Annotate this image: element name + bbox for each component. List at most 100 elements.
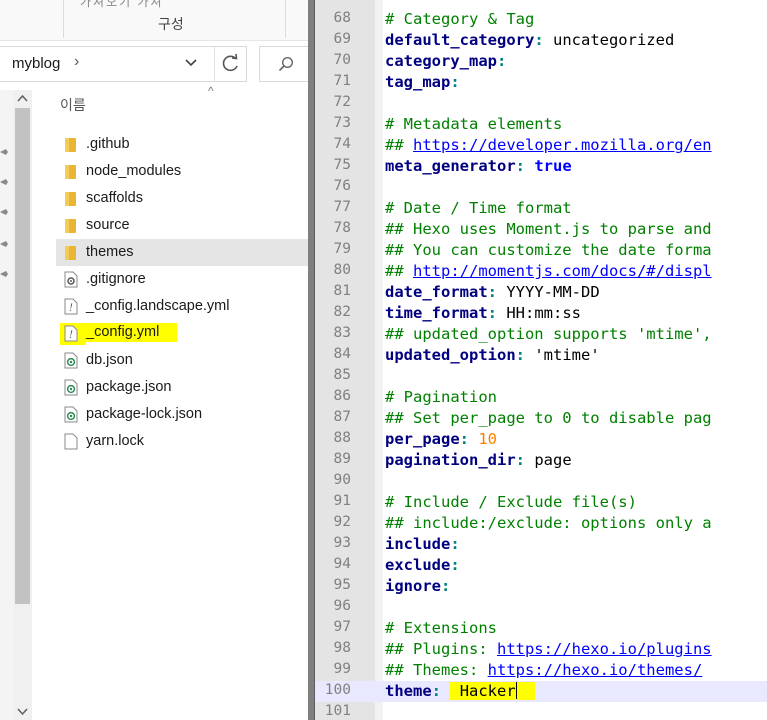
code-lines[interactable]: 68 # Category & Tag 69 default_category: un… [315, 9, 767, 720]
file-row[interactable]: db.json [56, 347, 308, 374]
scroll-down-arrow-icon[interactable] [13, 703, 32, 720]
token-link[interactable]: http://momentjs.com/docs/#/displ [413, 262, 712, 280]
code-text[interactable]: # Include / Exclude file(s) [385, 493, 637, 511]
code-line[interactable]: 99 ## Themes: https://hexo.io/themes/ [315, 660, 767, 681]
code-text[interactable]: ignore: [385, 577, 450, 595]
code-text[interactable]: updated_option: 'mtime' [385, 346, 600, 364]
code-line[interactable]: 80 ## http://momentjs.com/docs/#/displ [315, 261, 767, 282]
code-text[interactable]: # Category & Tag [385, 10, 534, 28]
code-text[interactable]: ## Hexo uses Moment.js to parse and [385, 220, 712, 238]
code-line[interactable]: 96 [315, 597, 767, 618]
file-row[interactable]: .github [56, 131, 308, 158]
code-text[interactable]: # Pagination [385, 388, 497, 406]
file-row[interactable]: ! _config.yml [56, 320, 308, 347]
token-link[interactable]: https://hexo.io/plugins [497, 640, 712, 658]
code-text[interactable]: # Metadata elements [385, 115, 562, 133]
code-text[interactable]: meta_generator: true [385, 157, 572, 175]
code-line[interactable]: 101 [315, 702, 767, 720]
code-line[interactable]: 72 [315, 93, 767, 114]
file-row[interactable]: package.json [56, 374, 308, 401]
file-row[interactable]: package-lock.json [56, 401, 308, 428]
file-row[interactable]: scaffolds [56, 185, 308, 212]
code-line[interactable]: 94 exclude: [315, 555, 767, 576]
code-line[interactable]: 69 default_category: uncategorized [315, 30, 767, 51]
code-text[interactable]: ## Themes: https://hexo.io/themes/ [385, 661, 702, 679]
code-editor[interactable]: 67 68 # Category & Tag 69 default_category:… [315, 0, 767, 720]
token-plain: 'mtime' [525, 346, 600, 364]
code-text[interactable]: ## https://developer.mozilla.org/en [385, 136, 712, 154]
code-line[interactable]: 93 include: [315, 534, 767, 555]
address-path[interactable]: myblog [12, 55, 60, 72]
code-text[interactable]: category_map: [385, 52, 506, 70]
code-line[interactable]: 88 per_page: 10 [315, 429, 767, 450]
token-link[interactable]: https://hexo.io/themes/ [488, 661, 703, 679]
code-text[interactable]: theme: Hacker [385, 682, 536, 700]
token-plain: HH:mm:ss [497, 304, 581, 322]
current-code-line[interactable]: 100 theme: Hacker [315, 681, 767, 702]
scroll-up-arrow-icon[interactable] [13, 90, 32, 107]
token-link[interactable]: https://developer.mozilla.org/en [413, 136, 712, 154]
code-text[interactable]: ## http://momentjs.com/docs/#/displ [385, 262, 712, 280]
code-line[interactable]: 83 ## updated_option supports 'mtime', [315, 324, 767, 345]
code-line[interactable]: 76 [315, 177, 767, 198]
code-text[interactable]: ## updated_option supports 'mtime', [385, 325, 712, 343]
file-row[interactable]: source [56, 212, 308, 239]
token-comment: # Metadata elements [385, 115, 563, 133]
code-text[interactable]: date_format: YYYY-MM-DD [385, 283, 600, 301]
code-text[interactable]: pagination_dir: page [385, 451, 572, 469]
code-line[interactable]: 68 # Category & Tag [315, 9, 767, 30]
code-line[interactable]: 79 ## You can customize the date forma [315, 240, 767, 261]
breadcrumb-chevron-icon[interactable]: › [74, 53, 79, 71]
code-line[interactable]: 74 ## https://developer.mozilla.org/en [315, 135, 767, 156]
code-text[interactable]: time_format: HH:mm:ss [385, 304, 581, 322]
ribbon-divider [285, 0, 286, 38]
file-row[interactable]: themes [56, 239, 308, 266]
window-splitter[interactable] [308, 0, 315, 720]
code-line[interactable]: 85 [315, 366, 767, 387]
code-line[interactable]: 77 # Date / Time format [315, 198, 767, 219]
code-line[interactable]: 78 ## Hexo uses Moment.js to parse and [315, 219, 767, 240]
address-bar[interactable]: myblog › [0, 46, 247, 82]
search-box[interactable] [259, 46, 308, 82]
file-name: source [86, 217, 130, 233]
chevron-down-icon[interactable] [182, 55, 200, 71]
code-line[interactable]: 98 ## Plugins: https://hexo.io/plugins [315, 639, 767, 660]
code-text[interactable]: tag_map: [385, 73, 460, 91]
file-row[interactable]: ! _config.landscape.yml [56, 293, 308, 320]
code-line[interactable]: 84 updated_option: 'mtime' [315, 345, 767, 366]
code-line[interactable]: 89 pagination_dir: page [315, 450, 767, 471]
column-header-name[interactable]: 이름 [60, 95, 86, 115]
code-text[interactable]: ## include:/exclude: options only a [385, 514, 712, 532]
code-line[interactable]: 82 time_format: HH:mm:ss [315, 303, 767, 324]
code-line[interactable]: 86 # Pagination [315, 387, 767, 408]
code-line[interactable]: 75 meta_generator: true [315, 156, 767, 177]
code-text[interactable]: ## Plugins: https://hexo.io/plugins [385, 640, 712, 658]
file-row[interactable]: .gitignore [56, 266, 308, 293]
code-line[interactable]: 71 tag_map: [315, 72, 767, 93]
code-line[interactable]: 70 category_map: [315, 51, 767, 72]
refresh-button[interactable] [214, 47, 247, 81]
token-bool: true [534, 157, 572, 175]
token-comment: # Extensions [385, 619, 497, 637]
code-line[interactable]: 90 [315, 471, 767, 492]
code-text[interactable]: # Date / Time format [385, 199, 572, 217]
token-comment: # Include / Exclude file(s) [385, 493, 637, 511]
code-text[interactable]: exclude: [385, 556, 460, 574]
code-line[interactable]: 87 ## Set per_page to 0 to disable pag [315, 408, 767, 429]
code-line[interactable]: 73 # Metadata elements [315, 114, 767, 135]
scrollbar-thumb[interactable] [15, 108, 30, 604]
code-text[interactable]: per_page: 10 [385, 430, 497, 448]
code-line[interactable]: 97 # Extensions [315, 618, 767, 639]
code-line[interactable]: 91 # Include / Exclude file(s) [315, 492, 767, 513]
file-row[interactable]: node_modules [56, 158, 308, 185]
file-row[interactable]: yarn.lock [56, 428, 308, 455]
code-line[interactable]: 95 ignore: [315, 576, 767, 597]
code-text[interactable]: ## Set per_page to 0 to disable pag [385, 409, 712, 427]
pin-icon [0, 179, 8, 185]
code-text[interactable]: include: [385, 535, 460, 553]
code-line[interactable]: 81 date_format: YYYY-MM-DD [315, 282, 767, 303]
code-line[interactable]: 92 ## include:/exclude: options only a [315, 513, 767, 534]
code-text[interactable]: # Extensions [385, 619, 497, 637]
code-text[interactable]: default_category: uncategorized [385, 31, 674, 49]
code-text[interactable]: ## You can customize the date forma [385, 241, 712, 259]
